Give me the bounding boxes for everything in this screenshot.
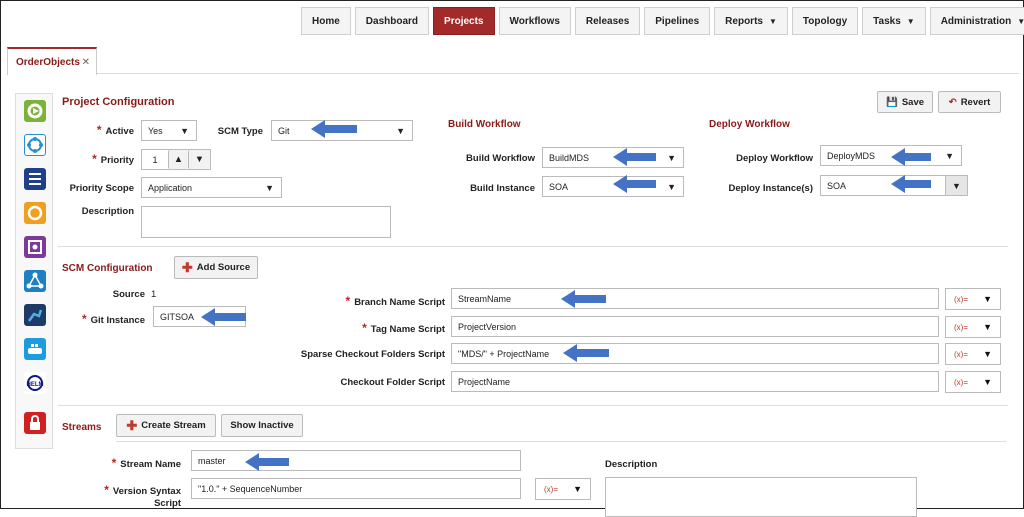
streams-title: Streams: [62, 422, 102, 433]
svg-text:HELM: HELM: [27, 382, 44, 388]
top-nav: Home Dashboard Projects Workflows Releases Pi…: [301, 7, 1024, 35]
deploy-instance-label: Deploy Instance(s): [728, 183, 813, 194]
nav-topology[interactable]: Topology: [791, 7, 859, 35]
show-inactive-button[interactable]: Show Inactive: [221, 414, 303, 437]
revert-button[interactable]: ↶ Revert: [938, 91, 1001, 113]
version-syntax-label: * Version Syntax Script: [104, 483, 181, 509]
nav-dashboard[interactable]: Dashboard: [354, 7, 430, 35]
deploy-workflow-label: Deploy Workflow: [736, 153, 813, 164]
stream-description-label: Description: [605, 459, 658, 470]
save-button[interactable]: 💾 Save: [877, 91, 933, 113]
create-stream-button[interactable]: ✚ Create Stream: [116, 414, 216, 437]
build-workflow-select[interactable]: BuildMDS ▼: [542, 147, 684, 168]
close-icon[interactable]: ✕: [82, 57, 90, 68]
sparse-input[interactable]: "MDS/" + ProjectName: [451, 343, 939, 364]
scm-config-title: SCM Configuration: [62, 263, 153, 274]
nav-home[interactable]: Home: [301, 7, 351, 35]
description-textarea[interactable]: [141, 206, 391, 238]
git-instance-label: * Git Instance: [81, 312, 145, 326]
priority-scope-select[interactable]: Application ▼: [141, 177, 282, 198]
build-instance-select[interactable]: SOA ▼: [542, 176, 684, 197]
refresh-icon[interactable]: [24, 202, 46, 224]
description-label: Description: [81, 206, 134, 217]
branch-label: * Branch Name Script: [345, 294, 445, 308]
build-workflow-label: Build Workflow: [466, 153, 535, 164]
scm-type-label: SCM Type: [217, 126, 263, 137]
plus-icon: ✚: [126, 417, 138, 433]
tab-orderobjects[interactable]: OrderObjects ✕: [7, 47, 97, 75]
checkout-input[interactable]: ProjectName: [451, 371, 939, 392]
helm-icon[interactable]: HELM: [24, 372, 46, 394]
chevron-down-icon: ▼: [768, 16, 777, 26]
chevron-down-icon[interactable]: ▼: [945, 176, 967, 195]
nav-workflows[interactable]: Workflows: [498, 7, 571, 35]
chevron-down-icon: ▼: [906, 16, 915, 26]
add-source-button[interactable]: ✚ Add Source: [174, 256, 258, 279]
nav-administration[interactable]: Administration ▼: [929, 7, 1024, 35]
checkout-label: Checkout Folder Script: [340, 377, 445, 388]
network-icon[interactable]: [24, 134, 46, 156]
source-label: Source: [112, 289, 145, 300]
priority-label: * Priority: [92, 152, 134, 166]
stream-name-label: * Stream Name: [111, 456, 181, 470]
nav-projects[interactable]: Projects: [433, 7, 495, 35]
component-icon[interactable]: [24, 236, 46, 258]
deploy-instance-select[interactable]: SOA ▼: [820, 175, 968, 196]
git-instance-input[interactable]: GITSOA: [153, 306, 246, 327]
build-instance-label: Build Instance: [470, 183, 535, 194]
lock-icon[interactable]: [24, 412, 46, 434]
plus-icon: ✚: [181, 259, 193, 275]
sparse-label: Sparse Checkout Folders Script: [300, 349, 445, 360]
tag-label: * Tag Name Script: [362, 321, 445, 335]
stream-name-input[interactable]: master: [191, 450, 521, 471]
priority-stepper[interactable]: 1 ▲ ▼: [141, 149, 211, 170]
tag-input[interactable]: ProjectVersion: [451, 316, 939, 337]
increment-icon[interactable]: ▲: [168, 150, 188, 169]
tab-bar: OrderObjects ✕: [7, 44, 1019, 75]
nav-releases[interactable]: Releases: [574, 7, 641, 35]
branch-input[interactable]: StreamName: [451, 288, 939, 309]
decrement-icon[interactable]: ▼: [188, 150, 210, 169]
nav-pipelines[interactable]: Pipelines: [644, 7, 711, 35]
tab-label: OrderObjects: [16, 57, 80, 68]
active-label: * Active: [96, 123, 134, 137]
nav-reports[interactable]: Reports ▼: [714, 7, 788, 35]
sparse-fx-button[interactable]: (x)= ▼: [945, 343, 1001, 365]
deploy-workflow-select[interactable]: DeployMDS ▼: [820, 145, 962, 166]
project-config-title: Project Configuration: [62, 96, 175, 108]
stream-description-textarea[interactable]: [605, 477, 917, 517]
settings-icon[interactable]: [24, 100, 46, 122]
source-value: 1: [151, 289, 157, 300]
topology-icon[interactable]: [24, 270, 46, 292]
version-syntax-input[interactable]: "1.0." + SequenceNumber: [191, 478, 521, 499]
nav-tasks[interactable]: Tasks ▼: [862, 7, 926, 35]
list-icon[interactable]: [24, 168, 46, 190]
branch-fx-button[interactable]: (x)= ▼: [945, 288, 1001, 310]
version-fx-button[interactable]: (x)= ▼: [535, 478, 591, 500]
robot-icon[interactable]: [24, 304, 46, 326]
sidebar: HELM: [15, 93, 53, 449]
priority-scope-label: Priority Scope: [69, 183, 134, 194]
checkout-fx-button[interactable]: (x)= ▼: [945, 371, 1001, 393]
tag-fx-button[interactable]: (x)= ▼: [945, 316, 1001, 338]
active-select[interactable]: Yes ▼: [141, 120, 197, 141]
deploy-workflow-title: Deploy Workflow: [709, 119, 790, 130]
chevron-down-icon: ▼: [1017, 16, 1024, 26]
build-workflow-title: Build Workflow: [448, 119, 521, 130]
scm-type-select[interactable]: Git ▼: [271, 120, 413, 141]
docker-icon[interactable]: [24, 338, 46, 360]
